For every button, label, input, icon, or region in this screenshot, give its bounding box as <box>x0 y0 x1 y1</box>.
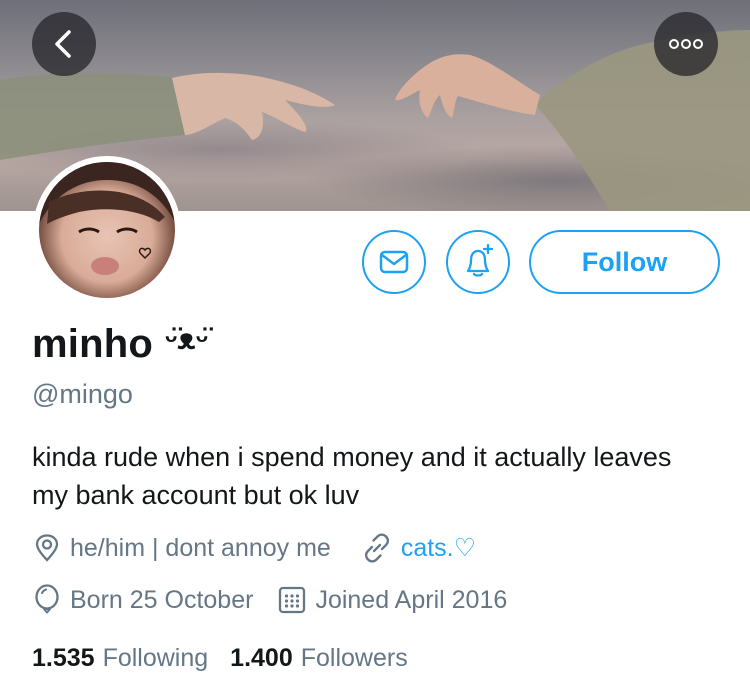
calendar-icon <box>279 586 306 614</box>
display-name: minho <box>32 322 153 366</box>
follow-button[interactable]: Follow <box>529 230 720 294</box>
bell-plus-icon <box>466 243 494 277</box>
username-handle: @mingo <box>32 379 133 409</box>
back-button[interactable] <box>32 12 96 76</box>
name-decoration: ᵕ̈ᴥᵕ̈ <box>164 323 209 356</box>
followers-label: Followers <box>300 644 408 672</box>
envelope-icon <box>379 250 409 274</box>
location-pin-icon <box>35 534 59 562</box>
website-link[interactable]: cats.♡ <box>401 533 476 563</box>
profile-meta-row-1: he/him | dont annoy me cats.♡ <box>32 532 476 564</box>
followers-count: 1.400 <box>230 644 293 672</box>
follow-stats: 1.535 Following 1.400 Followers <box>32 644 430 673</box>
profile-avatar[interactable] <box>33 156 181 304</box>
joined-text: Joined April 2016 <box>315 585 508 614</box>
chevron-left-icon <box>55 30 71 58</box>
profile-bio: kinda rude when i spend money and it act… <box>32 442 672 510</box>
location-item: he/him | dont annoy me <box>32 533 331 563</box>
website-item[interactable]: cats.♡ <box>361 532 476 564</box>
more-options-button[interactable] <box>654 12 718 76</box>
profile-meta-row-2: Born 25 October Joined April 2016 <box>32 584 507 616</box>
followers-stat[interactable]: 1.400 Followers <box>230 644 408 673</box>
following-label: Following <box>102 644 209 672</box>
location-text: he/him | dont annoy me <box>70 533 331 562</box>
link-icon <box>364 533 389 563</box>
display-name-row: minho ᵕ̈ᴥᵕ̈ <box>32 322 208 367</box>
more-dots-icon <box>669 39 703 49</box>
birthday-text: Born 25 October <box>70 585 254 614</box>
avatar-photo <box>39 162 175 298</box>
balloon-icon <box>35 584 59 614</box>
following-count: 1.535 <box>32 644 95 672</box>
message-button[interactable] <box>362 230 426 294</box>
notifications-button[interactable] <box>446 230 510 294</box>
following-stat[interactable]: 1.535 Following <box>32 644 208 673</box>
joined-item: Joined April 2016 <box>277 585 507 615</box>
birthday-item: Born 25 October <box>32 584 253 616</box>
